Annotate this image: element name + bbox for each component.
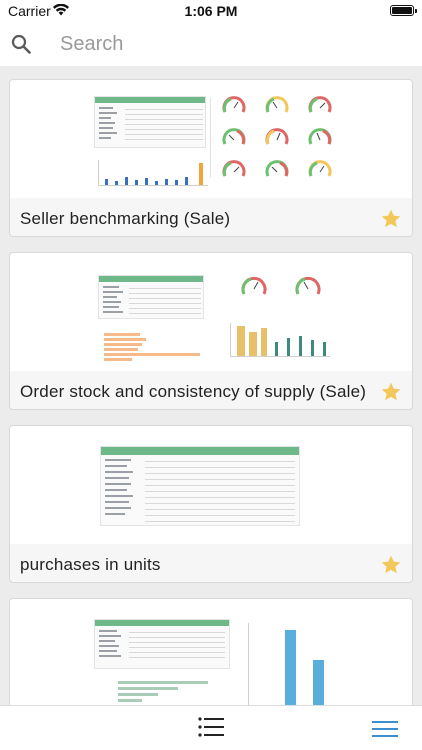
tab-bar: [0, 705, 422, 750]
report-title: Seller benchmarking (Sale): [20, 209, 231, 228]
report-title: purchases in units: [20, 555, 161, 574]
report-thumbnail: [10, 80, 412, 198]
report-thumbnail: [10, 253, 412, 371]
star-icon[interactable]: [380, 381, 402, 403]
report-list: Seller benchmarking (Sale) Order stock a…: [0, 66, 422, 705]
report-card[interactable]: Order stock and consistency of supply (S…: [9, 252, 413, 410]
report-thumbnail: [10, 426, 412, 544]
battery-icon: [390, 5, 417, 16]
report-card[interactable]: purchases in units: [9, 425, 413, 583]
search-icon[interactable]: [11, 34, 31, 54]
report-card[interactable]: Seller benchmarking (Sale): [9, 79, 413, 237]
clock: 1:06 PM: [184, 3, 238, 19]
gauge-pair: [241, 276, 321, 295]
report-card[interactable]: [9, 598, 413, 705]
list-icon[interactable]: [198, 716, 224, 738]
gauge-grid: [222, 96, 332, 177]
star-icon[interactable]: [380, 554, 402, 576]
status-bar: Carrier 1:06 PM: [0, 0, 422, 22]
report-thumbnail: [10, 599, 412, 705]
search-bar: [0, 22, 422, 66]
menu-icon[interactable]: [372, 720, 398, 738]
report-title: Order stock and consistency of supply (S…: [20, 382, 367, 401]
search-input[interactable]: [60, 28, 400, 60]
star-icon[interactable]: [380, 208, 402, 230]
